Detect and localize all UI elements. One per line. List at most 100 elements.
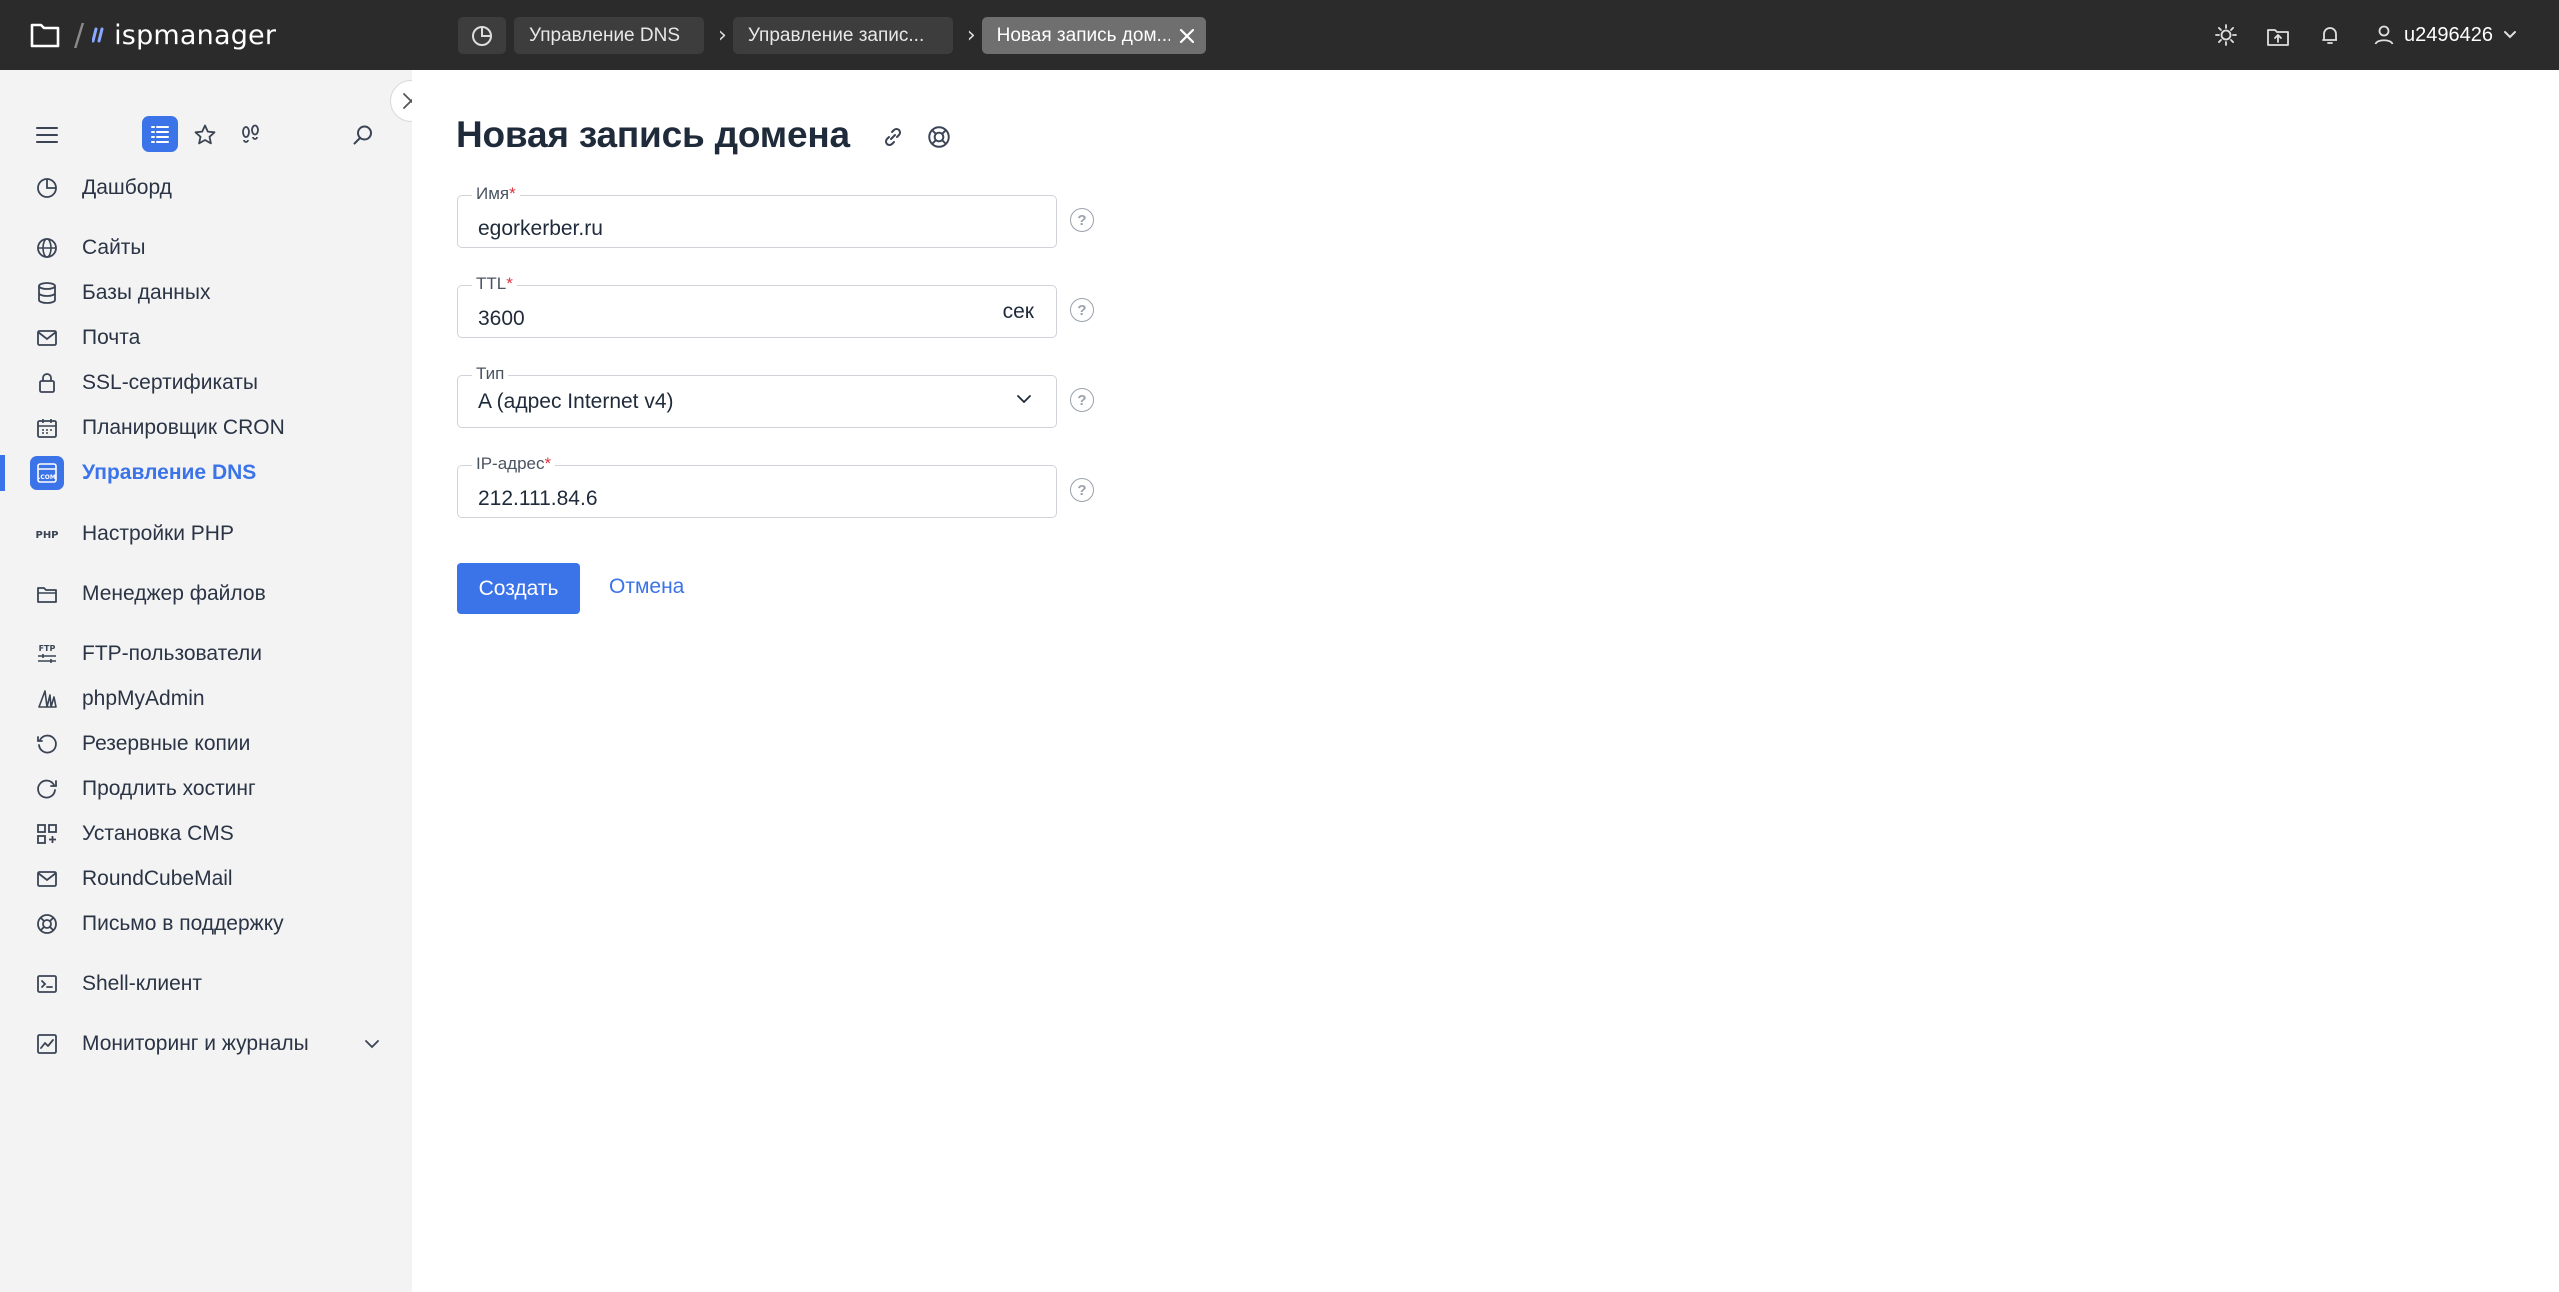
menu-search-button[interactable] [346, 118, 380, 152]
logo[interactable]: / ispmanager [28, 0, 276, 70]
sidebar-item-cms[interactable]: Установка CMS [0, 814, 412, 854]
active-indicator [0, 455, 5, 491]
link-icon [884, 127, 902, 147]
upload-icon [2267, 29, 2289, 46]
logo-separator: / [74, 17, 85, 53]
dashboard-icon [472, 25, 492, 46]
sidebar-item-shell[interactable]: Shell-клиент [0, 964, 412, 1004]
type-value: A (адрес Internet v4) [478, 390, 674, 413]
svg-text:PHP: PHP [35, 530, 58, 541]
name-field: Имя* [457, 184, 1057, 248]
sidebar-item-sites[interactable]: Сайты [0, 228, 412, 268]
page-title: Новая запись домена [456, 114, 850, 155]
ispmanager-mark-icon [92, 27, 104, 43]
type-hint-icon[interactable]: ? [1070, 388, 1094, 412]
sidebar-item-backups[interactable]: Резервные копии [0, 724, 412, 764]
mail-icon [32, 864, 62, 894]
main-content: Новая запись домена Имя* ? TTL* сек ? Ти… [412, 70, 2559, 1292]
sun-icon [2215, 24, 2237, 46]
sidebar-item-dashboard[interactable]: Дашборд [0, 168, 412, 208]
sidebar-item-monitoring[interactable]: Мониторинг и журналы [0, 1024, 412, 1064]
upload-button[interactable] [2264, 21, 2292, 49]
breadcrumb-new-record[interactable]: Новая запись дом... [981, 17, 1206, 54]
ttl-unit: сек [1002, 300, 1034, 323]
help-button[interactable] [924, 122, 954, 152]
chevron-right-icon: › [966, 23, 976, 48]
hamburger-icon [36, 127, 58, 143]
notifications-button[interactable] [2316, 21, 2344, 49]
sidebar-item-file-manager[interactable]: Менеджер файлов [0, 574, 412, 614]
svg-text:.COM: .COM [38, 474, 56, 481]
favorites-button[interactable] [188, 118, 222, 152]
calendar-icon [32, 413, 62, 443]
bell-icon [2322, 27, 2338, 44]
phpmyadmin-icon [32, 684, 62, 714]
steps-button[interactable] [234, 118, 268, 152]
search-icon [353, 125, 372, 145]
sidebar-toolbar [0, 110, 412, 160]
apps-icon [32, 819, 62, 849]
ftp-icon: FTP [32, 639, 62, 669]
lifebuoy-icon [928, 126, 950, 148]
globe-icon [32, 233, 62, 263]
ttl-field: TTL* сек [457, 274, 1057, 338]
terminal-icon [32, 969, 62, 999]
dashboard-icon [32, 173, 62, 203]
chevron-down-icon [1017, 395, 1031, 404]
cancel-button[interactable]: Отмена [609, 575, 684, 599]
type-select[interactable]: Тип A (адрес Internet v4) [457, 364, 1057, 428]
name-hint-icon[interactable]: ? [1070, 208, 1094, 232]
brand-name: ispmanager [114, 19, 277, 51]
breadcrumb-dns[interactable]: Управление DNS [514, 17, 704, 54]
breadcrumb-home[interactable] [458, 17, 506, 54]
star-icon [194, 124, 216, 145]
breadcrumb-records[interactable]: Управление запис... [732, 17, 953, 54]
name-input[interactable] [458, 196, 1056, 247]
mail-icon [32, 323, 62, 353]
close-tab-icon[interactable] [1178, 27, 1196, 45]
backup-icon [32, 729, 62, 759]
chart-icon [32, 1029, 62, 1059]
footsteps-icon [242, 124, 259, 143]
folder-icon [32, 579, 62, 609]
sidebar-item-renew[interactable]: Продлить хостинг [0, 769, 412, 809]
sidebar-item-phpmyadmin[interactable]: phpMyAdmin [0, 679, 412, 719]
sidebar-item-support[interactable]: Письмо в поддержку [0, 904, 412, 944]
svg-text:FTP: FTP [39, 644, 56, 653]
chevron-down-icon [2504, 31, 2516, 39]
sidebar-item-cron[interactable]: Планировщик CRON [0, 408, 412, 448]
ip-field: IP-адрес* [457, 454, 1057, 518]
user-icon [2374, 25, 2394, 45]
chevron-down-icon[interactable] [364, 1039, 380, 1049]
user-menu[interactable]: u2496426 [2372, 23, 2525, 47]
menu-toggle-button[interactable] [30, 118, 64, 152]
list-icon [151, 126, 169, 143]
chevron-right-icon: › [718, 23, 727, 48]
theme-toggle-button[interactable] [2212, 21, 2240, 49]
ttl-hint-icon[interactable]: ? [1070, 298, 1094, 322]
sidebar-item-ssl[interactable]: SSL-сертификаты [0, 363, 412, 403]
breadcrumb: Управление DNS › Управление запис... › Н… [458, 17, 1206, 54]
ip-hint-icon[interactable]: ? [1070, 478, 1094, 502]
lifebuoy-icon [32, 909, 62, 939]
sidebar-item-dns[interactable]: .COM Управление DNS [0, 453, 412, 493]
sidebar-item-mail[interactable]: Почта [0, 318, 412, 358]
database-icon [32, 278, 62, 308]
sidebar-item-databases[interactable]: Базы данных [0, 273, 412, 313]
php-icon: PHP [32, 519, 62, 549]
top-bar: / ispmanager Управление DNS › Управление… [0, 0, 2559, 70]
top-actions: u2496426 [2212, 0, 2559, 70]
ttl-input[interactable] [458, 286, 1056, 337]
copy-link-button[interactable] [878, 122, 908, 152]
dns-icon: .COM [30, 456, 64, 490]
sidebar-item-roundcube[interactable]: RoundCubeMail [0, 859, 412, 899]
sidebar-item-ftp[interactable]: FTP FTP-пользователи [0, 634, 412, 674]
username: u2496426 [2404, 23, 2493, 46]
lock-icon [32, 368, 62, 398]
menu-view-button[interactable] [142, 116, 178, 152]
renew-icon [32, 774, 62, 804]
sidebar-item-php[interactable]: PHP Настройки PHP [0, 514, 412, 554]
folder-icon [30, 23, 60, 48]
create-button[interactable]: Создать [457, 563, 580, 614]
ip-input[interactable] [458, 466, 1056, 517]
